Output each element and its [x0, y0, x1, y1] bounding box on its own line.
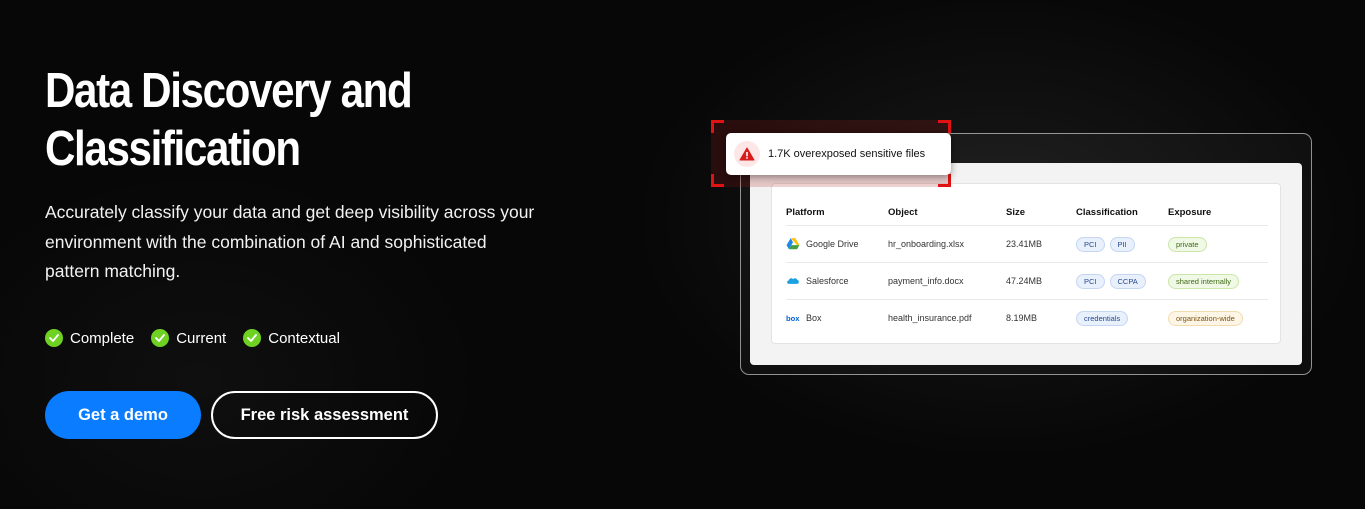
header-object: Object — [888, 207, 918, 218]
alert-text: 1.7K overexposed sensitive files — [768, 148, 926, 160]
classification-tag: credentials — [1076, 310, 1129, 326]
highlight-corner — [938, 120, 951, 133]
platform-name: Salesforce — [806, 276, 849, 286]
exposure-cell: private — [1168, 226, 1207, 262]
size-cell: 23.41MB — [1006, 239, 1043, 249]
size-cell: 8.19MB — [1006, 313, 1038, 323]
exposure-tag: shared internally — [1168, 273, 1240, 289]
exposure-cell: shared internally — [1168, 263, 1240, 299]
warning-triangle-icon — [734, 141, 760, 167]
table-row: Salesforce payment_info.docx 47.24MB PCI… — [772, 263, 1280, 299]
svg-text:box: box — [786, 314, 800, 323]
classification-tag: PII — [1109, 236, 1135, 252]
feature-contextual: Contextual — [243, 329, 340, 347]
free-risk-assessment-button[interactable]: Free risk assessment — [211, 391, 438, 439]
header-size: Size — [1006, 207, 1026, 218]
highlight-corner — [711, 120, 724, 133]
alert-card: 1.7K overexposed sensitive files — [726, 133, 951, 175]
salesforce-icon — [787, 278, 799, 284]
check-icon — [45, 329, 63, 347]
feature-label: Complete — [70, 329, 135, 347]
exposure-tag: private — [1168, 236, 1207, 252]
feature-complete: Complete — [45, 329, 134, 347]
table-row: box Box health_insurance.pdf 8.19MB cred… — [772, 300, 1280, 336]
feature-label: Current — [176, 329, 227, 347]
feature-list: Complete Current Contextual — [45, 329, 340, 347]
size-cell: 47.24MB — [1006, 276, 1043, 286]
title-line-1: Data Discovery and — [45, 64, 413, 118]
object-cell: payment_info.docx — [888, 276, 964, 286]
title-line-2: Classification — [45, 122, 301, 176]
exposure-tag: organization-wide — [1168, 310, 1243, 326]
classification-tag: PCI — [1076, 236, 1105, 252]
classification-tag: PCI — [1076, 273, 1105, 289]
feature-current: Current — [151, 329, 226, 347]
header-exposure: Exposure — [1168, 207, 1212, 218]
google-drive-icon — [786, 238, 800, 250]
platform-cell: Google Drive — [786, 226, 859, 262]
box-icon: box — [786, 314, 800, 323]
check-icon — [243, 329, 262, 347]
object-cell: health_insurance.pdf — [888, 313, 972, 323]
header-classification: Classification — [1076, 207, 1138, 218]
get-demo-button[interactable]: Get a demo — [45, 391, 201, 439]
classification-tag: CCPA — [1109, 273, 1146, 289]
platform-name: Box — [806, 313, 822, 323]
table-row: Google Drive hr_onboarding.xlsx 23.41MB … — [772, 226, 1280, 262]
highlight-corner — [711, 174, 724, 187]
page-title: Data Discovery and Classification — [45, 62, 492, 178]
data-table: Platform Object Size Classification Expo… — [771, 183, 1281, 344]
check-icon — [151, 329, 170, 347]
classification-cell: credentials — [1076, 300, 1129, 336]
classification-cell: PCI CCPA — [1076, 263, 1146, 299]
exposure-cell: organization-wide — [1168, 300, 1243, 336]
platform-cell: box Box — [786, 300, 822, 336]
classification-cell: PCI PII — [1076, 226, 1135, 262]
object-cell: hr_onboarding.xlsx — [888, 239, 965, 249]
highlight-corner — [938, 174, 951, 187]
hero-description: Accurately classify your data and get de… — [45, 202, 535, 281]
header-platform: Platform — [786, 207, 825, 218]
platform-cell: Salesforce — [786, 263, 849, 299]
platform-name: Google Drive — [806, 239, 859, 249]
feature-label: Contextual — [268, 329, 340, 347]
